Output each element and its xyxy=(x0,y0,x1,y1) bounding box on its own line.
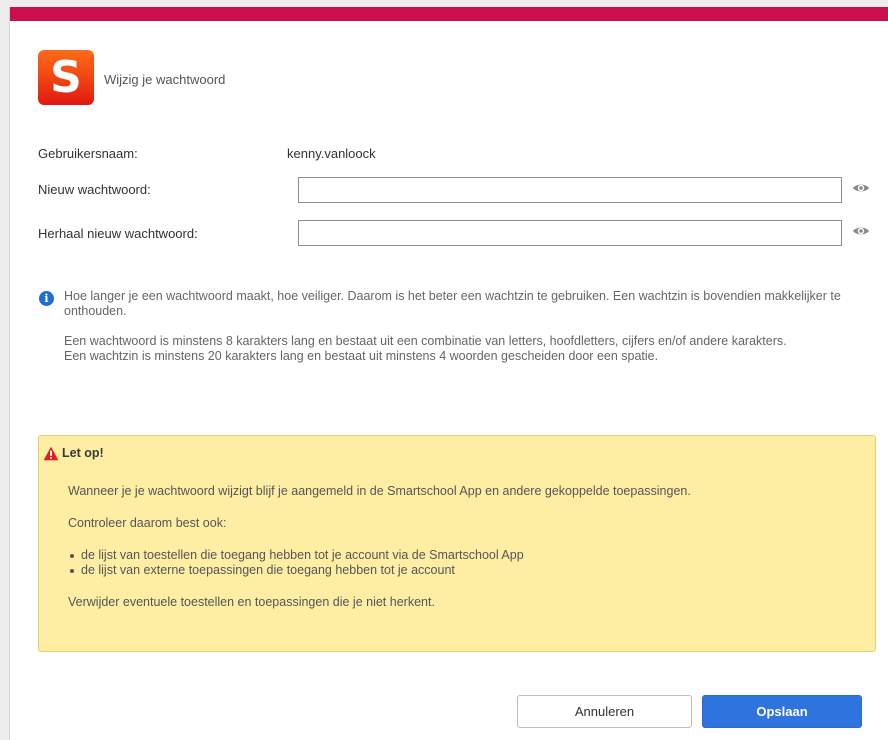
list-item: de lijst van toestellen die toegang hebb… xyxy=(68,548,861,563)
list-item: de lijst van externe toepassingen die to… xyxy=(68,563,861,578)
cancel-button[interactable]: Annuleren xyxy=(517,695,692,728)
repeat-password-input[interactable] xyxy=(298,220,842,246)
warning-triangle-icon xyxy=(43,446,59,461)
logo-letter: S xyxy=(50,51,82,103)
username-value: kenny.vanloock xyxy=(287,146,376,161)
eye-icon[interactable] xyxy=(852,182,870,194)
info-paragraph: Hoe langer je een wachtwoord maakt, hoe … xyxy=(64,289,841,318)
dialog-title: Wijzig je wachtwoord xyxy=(104,72,226,87)
change-password-dialog: S Wijzig je wachtwoord Gebruikersnaam: k… xyxy=(9,7,888,740)
eye-icon[interactable] xyxy=(852,225,870,237)
info-icon: i xyxy=(39,291,54,306)
repeat-password-label: Herhaal nieuw wachtwoord: xyxy=(38,226,198,241)
new-password-label: Nieuw wachtwoord: xyxy=(38,182,151,197)
warning-title: Let op! xyxy=(62,446,104,460)
new-password-input[interactable] xyxy=(298,177,842,203)
dialog-accent-bar xyxy=(10,7,888,21)
smartschool-logo: S xyxy=(38,50,94,105)
warning-paragraph: Wanneer je je wachtwoord wijzigt blijf j… xyxy=(68,484,691,498)
warning-paragraph: Controleer daarom best ook: xyxy=(68,516,227,530)
save-button[interactable]: Opslaan xyxy=(702,695,862,728)
warning-box: Let op! Wanneer je je wachtwoord wijzigt… xyxy=(38,435,876,652)
info-paragraph: Een wachtwoord is minstens 8 karakters l… xyxy=(64,334,787,348)
username-label: Gebruikersnaam: xyxy=(38,146,138,161)
warning-list: de lijst van toestellen die toegang hebb… xyxy=(68,548,861,578)
warning-paragraph: Verwijder eventuele toestellen en toepas… xyxy=(68,595,435,609)
info-block: i Hoe langer je een wachtwoord maakt, ho… xyxy=(39,289,871,364)
info-paragraph: Een wachtzin is minstens 20 karakters la… xyxy=(64,349,659,363)
